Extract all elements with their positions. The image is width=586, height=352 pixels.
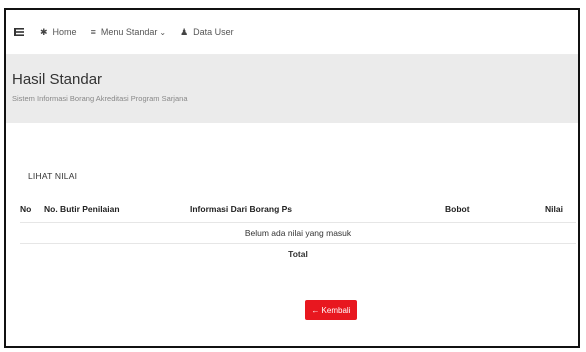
page-header: Hasil Standar Sistem Informasi Borang Ak…	[6, 55, 578, 123]
app-window: ✱ Home ≡ Menu Standar ⌄ ♟ Data User Hasi…	[4, 8, 580, 348]
table-header-row: No No. Butir Penilaian Informasi Dari Bo…	[20, 196, 576, 223]
back-button[interactable]: ← Kembali	[305, 300, 357, 320]
col-nilai: Nilai	[545, 204, 563, 214]
list-icon: ≡	[90, 27, 96, 37]
total-label: Total	[20, 243, 576, 264]
menu-toggle-icon[interactable]	[14, 27, 24, 37]
back-button-label: Kembali	[321, 305, 351, 315]
nav-data-user-label: Data User	[193, 27, 234, 37]
col-bobot: Bobot	[445, 204, 470, 214]
empty-message: Belum ada nilai yang masuk	[20, 222, 576, 244]
user-icon: ♟	[180, 26, 189, 37]
section-title: LIHAT NILAI	[28, 171, 78, 181]
page-subtitle: Sistem Informasi Borang Akreditasi Progr…	[12, 94, 188, 103]
chevron-down-icon: ⌄	[159, 27, 167, 37]
col-butir: No. Butir Penilaian	[44, 204, 120, 214]
home-icon: ✱	[40, 26, 48, 37]
table-row-total: Total	[20, 243, 576, 264]
nav-home-label: Home	[52, 27, 77, 37]
nilai-table: No No. Butir Penilaian Informasi Dari Bo…	[20, 196, 576, 264]
table-row: Belum ada nilai yang masuk	[20, 222, 576, 244]
page-title: Hasil Standar	[12, 71, 103, 88]
col-no: No	[20, 204, 32, 214]
nav-data-user[interactable]: ♟ Data User	[180, 27, 234, 38]
back-arrow-icon: ←	[311, 305, 320, 315]
nav-home[interactable]: ✱ Home	[40, 27, 77, 38]
nav-menu-standar[interactable]: ≡ Menu Standar ⌄	[91, 27, 167, 37]
top-navbar: ✱ Home ≡ Menu Standar ⌄ ♟ Data User	[6, 10, 578, 55]
nav-menu-standar-label: Menu Standar	[100, 27, 158, 37]
col-informasi: Informasi Dari Borang Ps	[190, 204, 293, 214]
